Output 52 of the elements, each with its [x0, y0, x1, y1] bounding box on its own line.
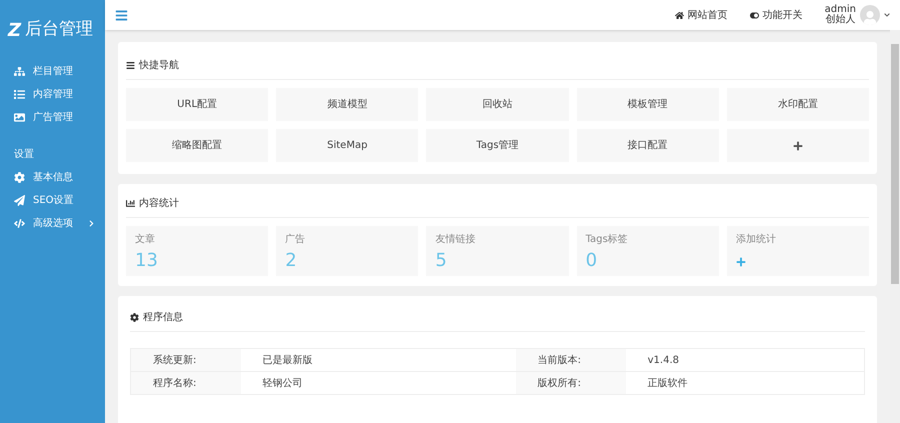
shortcut-button[interactable]: 频道模型	[276, 88, 418, 121]
card-title: 程序信息	[143, 310, 183, 325]
shortcut-button[interactable]: 模板管理	[576, 88, 719, 121]
table-cell: 轻钢公司	[240, 372, 516, 394]
table-cell: 当前版本:	[516, 348, 626, 372]
stat-value: 13	[135, 251, 159, 271]
logo-mark: Z	[8, 18, 22, 42]
stat-value: 2	[285, 251, 298, 271]
sidebar-heading: 设置	[13, 148, 35, 162]
toggle-icon	[750, 10, 759, 20]
table-cell: 已是最新版	[240, 348, 516, 372]
stat-label: 添加统计	[736, 232, 777, 247]
header-link[interactable]: 网站首页	[674, 8, 728, 22]
stat-value: 5	[435, 251, 448, 271]
shortcut-button[interactable]: SiteMap	[276, 129, 418, 162]
shortcut-button[interactable]: 水印配置	[726, 88, 869, 121]
plus-icon	[736, 257, 746, 267]
shortcut-button[interactable]: 缩略图配置	[126, 129, 268, 162]
plus-icon	[792, 140, 803, 150]
stat-label: Tags标签	[586, 232, 629, 247]
bar-chart-icon	[126, 199, 135, 208]
table-cell: 版权所有:	[516, 372, 626, 394]
shortcut-button[interactable]	[726, 129, 869, 162]
table-cell: v1.4.8	[626, 348, 864, 372]
table-cell: 系统更新:	[130, 348, 240, 372]
user-name: admin	[824, 5, 856, 15]
table-cell: 正版软件	[626, 372, 864, 394]
shortcut-button[interactable]: Tags管理	[426, 129, 569, 162]
gear-icon	[14, 172, 25, 183]
home-icon	[674, 10, 684, 20]
shortcut-button[interactable]: 回收站	[426, 88, 569, 121]
list-icon	[14, 89, 25, 100]
user-role: 创始人	[825, 15, 856, 25]
card-title: 快捷导航	[139, 58, 179, 73]
logo-title: 后台管理	[25, 18, 94, 42]
menu-icon[interactable]	[115, 8, 128, 22]
menu-icon	[126, 61, 135, 70]
sitemap-icon	[14, 66, 25, 77]
stat-value: 0	[586, 251, 598, 271]
stat-label: 广告	[285, 232, 306, 247]
gear-icon	[130, 313, 139, 322]
header-link[interactable]: 功能开关	[750, 8, 803, 22]
stat-label: 文章	[135, 232, 156, 247]
stat-label: 友情链接	[435, 232, 476, 247]
image-icon	[14, 112, 25, 123]
shortcut-button[interactable]: URL配置	[126, 88, 268, 121]
table-cell: 程序名称:	[130, 372, 240, 394]
card-title: 内容统计	[139, 196, 179, 211]
code-icon	[14, 218, 25, 229]
chevron-down-icon[interactable]	[884, 12, 890, 18]
paper-plane-icon	[14, 195, 25, 206]
shortcut-button[interactable]: 接口配置	[576, 129, 719, 162]
